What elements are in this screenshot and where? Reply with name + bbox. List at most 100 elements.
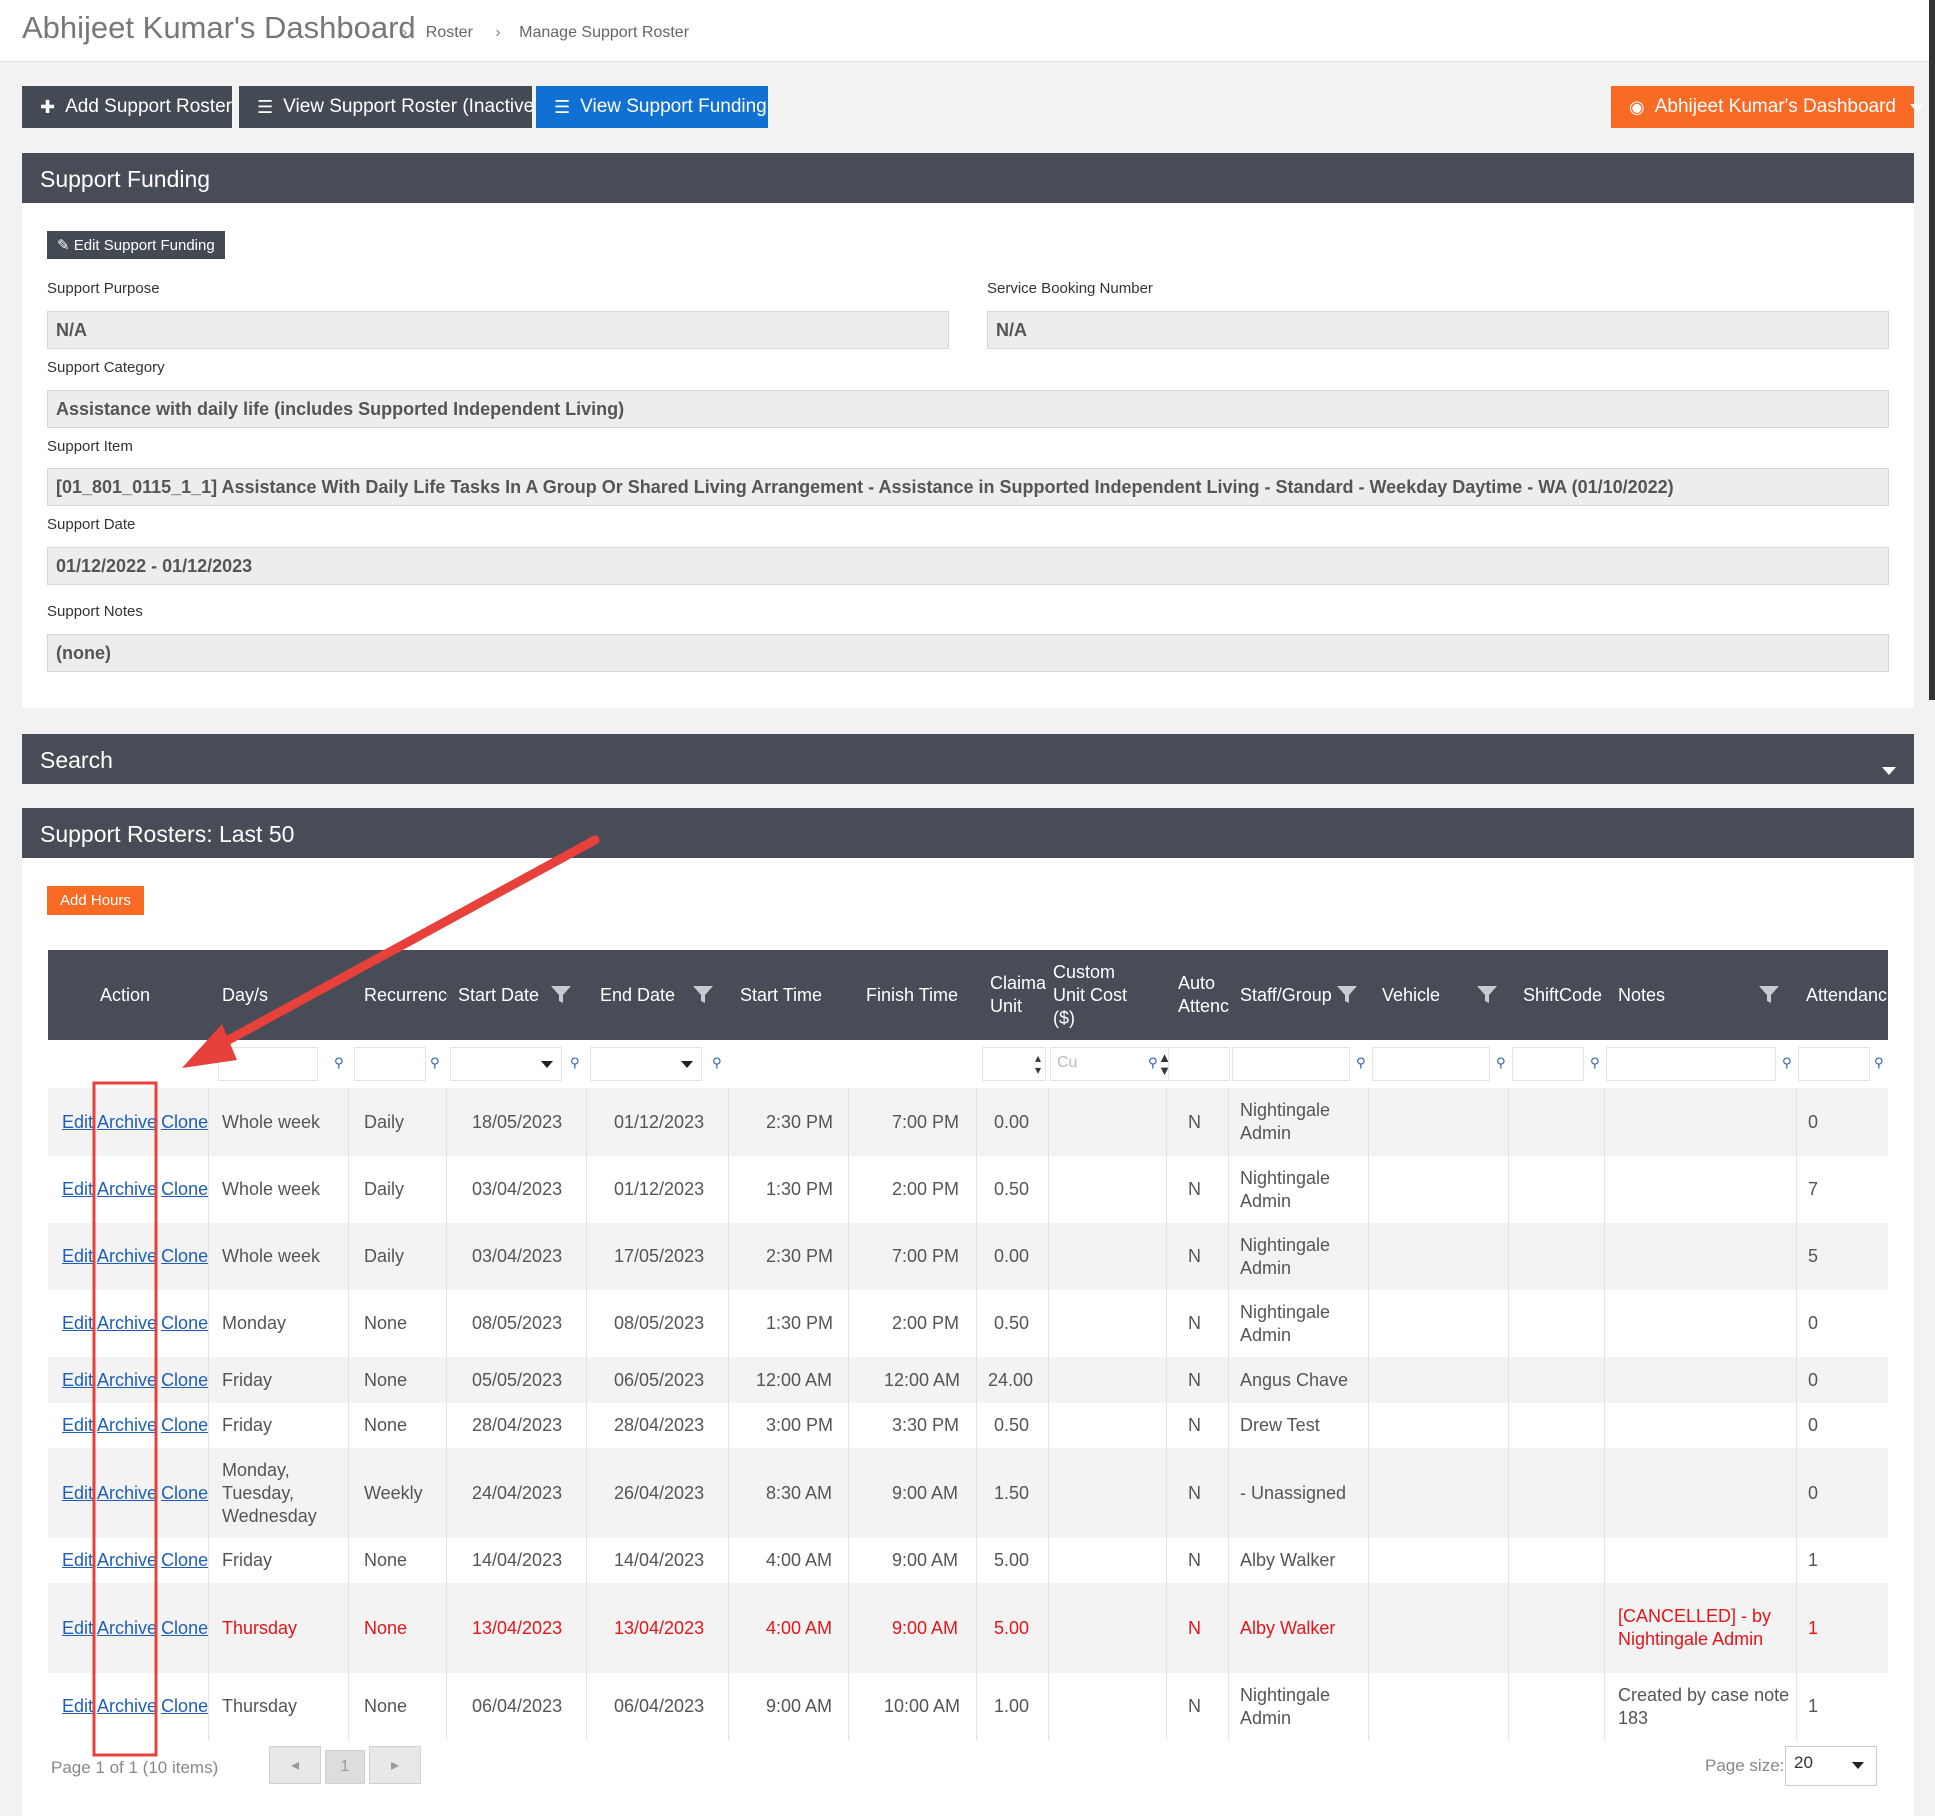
- column-header-staff-group[interactable]: Staff/Group: [1240, 950, 1332, 1040]
- start-date-filter-input[interactable]: [450, 1047, 562, 1081]
- column-header-finish-time[interactable]: Finish Time: [866, 950, 958, 1040]
- spinner-icon[interactable]: ▴ ▾: [1035, 1052, 1041, 1076]
- column-divider: [976, 1538, 977, 1583]
- clone-link[interactable]: Clone: [161, 1313, 208, 1334]
- archive-link[interactable]: Archive: [97, 1112, 157, 1133]
- staff-group-filter-input[interactable]: [1232, 1047, 1350, 1081]
- edit-link[interactable]: Edit: [62, 1246, 93, 1267]
- dashboard-menu-button[interactable]: ◉ Abhijeet Kumar's Dashboard: [1611, 86, 1924, 128]
- filter-icon[interactable]: [1758, 985, 1780, 1005]
- cell-finish-time: 10:00 AM: [884, 1696, 961, 1716]
- clone-link[interactable]: Clone: [161, 1370, 208, 1391]
- archive-link[interactable]: Archive: [97, 1618, 157, 1639]
- filter-icon[interactable]: ⚲: [1590, 1055, 1600, 1071]
- archive-link[interactable]: Archive: [97, 1483, 157, 1504]
- column-header-vehicle[interactable]: Vehicle: [1382, 950, 1440, 1040]
- filter-icon[interactable]: ⚲: [570, 1055, 580, 1071]
- clone-link[interactable]: Clone: [161, 1246, 208, 1267]
- cell-staff-group: - Unassigned: [1240, 1448, 1346, 1538]
- column-header-notes[interactable]: Notes: [1618, 950, 1665, 1040]
- cell-end-date: 14/04/2023: [614, 1550, 705, 1570]
- window-scrollbar[interactable]: [1929, 0, 1935, 700]
- edit-link[interactable]: Edit: [62, 1483, 93, 1504]
- pager-page-1[interactable]: 1: [325, 1750, 365, 1784]
- archive-link[interactable]: Archive: [97, 1246, 157, 1267]
- notes-filter-input[interactable]: [1606, 1047, 1776, 1081]
- pager-next-button[interactable]: ▸: [369, 1746, 421, 1784]
- clone-link[interactable]: Clone: [161, 1696, 208, 1717]
- filter-icon[interactable]: ⚲: [430, 1055, 440, 1071]
- edit-link[interactable]: Edit: [62, 1550, 93, 1571]
- pager-prev-button[interactable]: ◂: [269, 1746, 321, 1784]
- cell-finish-time: 7:00 PM: [892, 1111, 960, 1132]
- filter-icon[interactable]: [1336, 985, 1358, 1005]
- edit-link[interactable]: Edit: [62, 1415, 93, 1436]
- filter-icon[interactable]: ⚲: [712, 1055, 722, 1071]
- filter-icon[interactable]: [1476, 985, 1498, 1005]
- column-header-auto-attendance[interactable]: Auto Attenc: [1178, 950, 1229, 1040]
- clone-link[interactable]: Clone: [161, 1618, 208, 1639]
- archive-link[interactable]: Archive: [97, 1696, 157, 1717]
- archive-link[interactable]: Archive: [97, 1313, 157, 1334]
- add-support-roster-button[interactable]: ✚ Add Support Roster: [22, 86, 232, 128]
- end-date-filter-input[interactable]: [590, 1047, 702, 1081]
- edit-link[interactable]: Edit: [62, 1618, 93, 1639]
- page-size-select[interactable]: 20: [1785, 1746, 1877, 1786]
- clone-link[interactable]: Clone: [161, 1179, 208, 1200]
- filter-icon[interactable]: ⚲: [1496, 1055, 1506, 1071]
- caret-down-icon[interactable]: [681, 1061, 693, 1068]
- search-panel-header[interactable]: Search: [22, 734, 1914, 784]
- column-header-attendance[interactable]: Attendanc: [1806, 950, 1888, 1040]
- view-support-roster-inactive-button[interactable]: ☰ View Support Roster (Inactive): [239, 86, 540, 128]
- column-header-recurrence[interactable]: Recurrence: [364, 950, 448, 1040]
- column-divider: [1604, 1290, 1605, 1357]
- clone-link[interactable]: Clone: [161, 1550, 208, 1571]
- archive-link[interactable]: Archive: [97, 1179, 157, 1200]
- column-header-claim-unit[interactable]: Claima Unit: [990, 950, 1046, 1040]
- edit-link[interactable]: Edit: [62, 1696, 93, 1717]
- column-header-shiftcode[interactable]: ShiftCode: [1523, 950, 1602, 1040]
- claim-unit-filter-input[interactable]: ▴ ▾: [982, 1047, 1046, 1081]
- cell-recurrence: None: [364, 1415, 408, 1435]
- auto-attendance-filter-input[interactable]: [1168, 1047, 1230, 1081]
- shiftcode-filter-input[interactable]: [1512, 1047, 1584, 1081]
- cell-auto-attendance: N: [1188, 1482, 1201, 1503]
- edit-link[interactable]: Edit: [62, 1112, 93, 1133]
- recurrence-filter-input[interactable]: [354, 1047, 426, 1081]
- filter-icon[interactable]: ⚲: [1356, 1055, 1366, 1071]
- archive-link[interactable]: Archive: [97, 1550, 157, 1571]
- edit-link[interactable]: Edit: [62, 1313, 93, 1334]
- filter-icon[interactable]: ⚲: [334, 1055, 344, 1071]
- cell-days-line: Friday: [222, 1369, 273, 1390]
- custom-unit-cost-filter-input[interactable]: Cu ▲ ▼: [1050, 1047, 1180, 1081]
- cell-staff-group: Nightingale Admin: [1240, 1290, 1330, 1357]
- add-hours-button[interactable]: Add Hours: [47, 886, 144, 915]
- caret-down-icon[interactable]: [541, 1061, 553, 1068]
- days-filter-input[interactable]: [218, 1047, 318, 1081]
- clone-link[interactable]: Clone: [161, 1112, 208, 1133]
- edit-link[interactable]: Edit: [62, 1179, 93, 1200]
- attendance-filter-input[interactable]: [1798, 1047, 1870, 1081]
- edit-link[interactable]: Edit: [62, 1370, 93, 1391]
- vehicle-filter-input[interactable]: [1372, 1047, 1490, 1081]
- column-header-custom-unit-cost[interactable]: Custom Unit Cost ($): [1053, 950, 1127, 1040]
- clone-link[interactable]: Clone: [161, 1415, 208, 1436]
- archive-link[interactable]: Archive: [97, 1370, 157, 1391]
- edit-support-funding-button[interactable]: ✎ Edit Support Funding: [47, 231, 225, 259]
- column-divider: [446, 1538, 447, 1583]
- filter-icon[interactable]: ⚲: [1782, 1055, 1792, 1071]
- filter-icon[interactable]: ⚲: [1874, 1055, 1884, 1071]
- filter-icon[interactable]: [550, 985, 572, 1005]
- view-support-funding-button[interactable]: ☰ View Support Funding: [536, 86, 768, 128]
- column-header-days[interactable]: Day/s: [222, 950, 268, 1040]
- column-header-start-date[interactable]: Start Date: [458, 950, 539, 1040]
- clone-link[interactable]: Clone: [161, 1483, 208, 1504]
- cell-start-date: 08/05/2023: [472, 1313, 563, 1333]
- filter-icon[interactable]: ⚲: [1148, 1055, 1158, 1071]
- column-header-end-date[interactable]: End Date: [600, 950, 675, 1040]
- filter-icon[interactable]: [692, 985, 714, 1005]
- caret-down-icon[interactable]: [1882, 754, 1896, 781]
- archive-link[interactable]: Archive: [97, 1415, 157, 1436]
- column-header-start-time[interactable]: Start Time: [740, 950, 822, 1040]
- breadcrumb-roster[interactable]: Roster: [426, 24, 473, 41]
